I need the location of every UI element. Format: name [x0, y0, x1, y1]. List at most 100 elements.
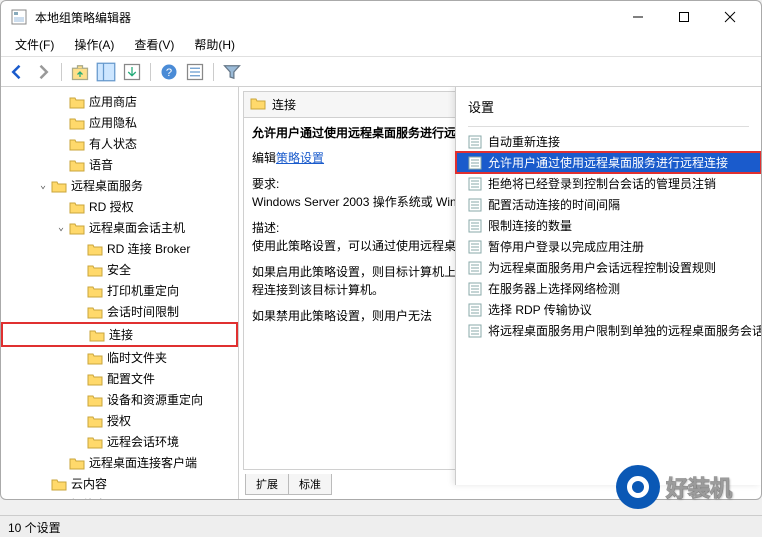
tree-item[interactable]: 会话时间限制 [1, 301, 238, 322]
tree-item-label: 云内容 [71, 475, 107, 492]
setting-row[interactable]: 拒绝将已经登录到控制台会话的管理员注销 [456, 173, 761, 194]
setting-icon [468, 282, 482, 296]
settings-header: 设置 [456, 87, 761, 124]
menu-file[interactable]: 文件(F) [7, 34, 62, 55]
tree-item[interactable]: 应用商店 [1, 91, 238, 112]
folder-icon [87, 414, 103, 428]
tree-item-label: 远程桌面连接客户端 [89, 454, 197, 471]
tree-item[interactable]: 授权 [1, 410, 238, 431]
tree-item-label: 授权 [107, 412, 131, 429]
forward-button[interactable] [33, 62, 53, 82]
app-icon [11, 9, 27, 25]
setting-row[interactable]: 为远程桌面服务用户会话远程控制设置规则 [456, 257, 761, 278]
tree-item-label: 连接 [109, 326, 133, 343]
setting-label: 拒绝将已经登录到控制台会话的管理员注销 [488, 175, 716, 192]
tree-item[interactable]: 打印机重定向 [1, 280, 238, 301]
setting-row[interactable]: 配置活动连接的时间间隔 [456, 194, 761, 215]
status-text: 10 个设置 [8, 521, 61, 535]
menu-help[interactable]: 帮助(H) [186, 34, 243, 55]
tree-view-button[interactable] [96, 62, 116, 82]
folder-icon [69, 200, 85, 214]
policy-settings-link[interactable]: 策略设置 [276, 151, 324, 165]
setting-label: 选择 RDP 传输协议 [488, 301, 592, 318]
filter-button[interactable] [222, 62, 242, 82]
setting-label: 允许用户通过使用远程桌面服务进行远程连接 [488, 154, 728, 171]
svg-text:?: ? [166, 66, 172, 78]
setting-row[interactable]: 在服务器上选择网络检测 [456, 278, 761, 299]
setting-row[interactable]: 允许用户通过使用远程桌面服务进行远程连接 [456, 152, 761, 173]
minimize-button[interactable] [615, 2, 661, 32]
watermark-text: 好装机 [666, 471, 732, 503]
folder-icon [250, 96, 266, 113]
menu-view[interactable]: 查看(V) [126, 34, 182, 55]
tree-item-label: RD 连接 Broker [107, 240, 190, 257]
tree-item[interactable]: RD 连接 Broker [1, 238, 238, 259]
tree-item-label: 应用隐私 [89, 114, 137, 131]
folder-icon [87, 435, 103, 449]
folder-icon [89, 328, 105, 342]
up-button[interactable] [70, 62, 90, 82]
tree-item-label: 远程桌面会话主机 [89, 219, 185, 236]
tree-item[interactable]: 有人状态 [1, 133, 238, 154]
content-pane: 连接 允许用户通过使用远程桌面服务进行远程连接 编辑策略设置 要求: Windo… [239, 87, 761, 499]
properties-button[interactable] [185, 62, 205, 82]
export-button[interactable] [122, 62, 142, 82]
setting-label: 将远程桌面服务用户限制到单独的远程桌面服务会话 [488, 322, 761, 339]
setting-row[interactable]: 限制连接的数量 [456, 215, 761, 236]
tree-item[interactable]: 临时文件夹 [1, 347, 238, 368]
folder-icon [69, 116, 85, 130]
window-title: 本地组策略编辑器 [35, 9, 615, 26]
setting-label: 自动重新连接 [488, 133, 560, 150]
tree-item[interactable]: 连接 [1, 322, 238, 347]
tree-item[interactable]: 安全 [1, 259, 238, 280]
watermark-logo: 好装机 [616, 463, 756, 511]
tree-item-label: 应用商店 [89, 93, 137, 110]
edit-label: 编辑 [252, 151, 276, 165]
tree-item[interactable]: 应用隐私 [1, 112, 238, 133]
maximize-button[interactable] [661, 2, 707, 32]
tree-item[interactable]: 云内容 [1, 473, 238, 494]
tree-item-label: 远程会话环境 [107, 433, 179, 450]
folder-icon [69, 137, 85, 151]
back-button[interactable] [7, 62, 27, 82]
menu-action[interactable]: 操作(A) [66, 34, 122, 55]
tree-item[interactable]: 远程会话环境 [1, 431, 238, 452]
tree-item[interactable]: RD 授权 [1, 196, 238, 217]
chevron-down-icon[interactable]: ⌄ [37, 180, 49, 191]
folder-icon [51, 477, 67, 491]
setting-label: 为远程桌面服务用户会话远程控制设置规则 [488, 259, 716, 276]
statusbar: 10 个设置 [0, 515, 762, 537]
setting-row[interactable]: 暂停用户登录以完成应用注册 [456, 236, 761, 257]
tab-extended[interactable]: 扩展 [245, 474, 288, 495]
tree-item[interactable]: ⌄ 远程桌面会话主机 [1, 217, 238, 238]
folder-icon [87, 305, 103, 319]
tree-item[interactable]: 设备和资源重定向 [1, 389, 238, 410]
setting-row[interactable]: 自动重新连接 [456, 131, 761, 152]
help-button[interactable]: ? [159, 62, 179, 82]
breadcrumb: 连接 [272, 96, 296, 113]
tree-item[interactable]: 远程桌面连接客户端 [1, 452, 238, 473]
folder-icon [87, 284, 103, 298]
tree-item-label: 语音 [89, 156, 113, 173]
chevron-down-icon[interactable]: ⌄ [55, 222, 67, 233]
tree-item[interactable]: 配置文件 [1, 368, 238, 389]
tree-item[interactable]: ⌄远程桌面服务 [1, 175, 238, 196]
setting-row[interactable]: 选择 RDP 传输协议 [456, 299, 761, 320]
folder-icon [51, 498, 67, 500]
tree-item-label: 配置文件 [107, 370, 155, 387]
tree-item[interactable]: ›智能卡 [1, 494, 238, 499]
setting-icon [468, 219, 482, 233]
tree-item-label: 智能卡 [71, 496, 107, 499]
tree-item-label: RD 授权 [89, 198, 134, 215]
tab-standard[interactable]: 标准 [288, 474, 332, 495]
setting-row[interactable]: 将远程桌面服务用户限制到单独的远程桌面服务会话 [456, 320, 761, 341]
folder-icon [87, 242, 103, 256]
tree-sidebar[interactable]: 应用商店应用隐私有人状态语音 ⌄远程桌面服务 RD 授权 ⌄ 远程桌面会话主机 RD 连接… [1, 87, 239, 499]
setting-label: 配置活动连接的时间间隔 [488, 196, 620, 213]
close-button[interactable] [707, 2, 753, 32]
setting-label: 在服务器上选择网络检测 [488, 280, 620, 297]
folder-icon [69, 221, 85, 235]
tree-item[interactable]: 语音 [1, 154, 238, 175]
folder-icon [87, 351, 103, 365]
setting-icon [468, 156, 482, 170]
